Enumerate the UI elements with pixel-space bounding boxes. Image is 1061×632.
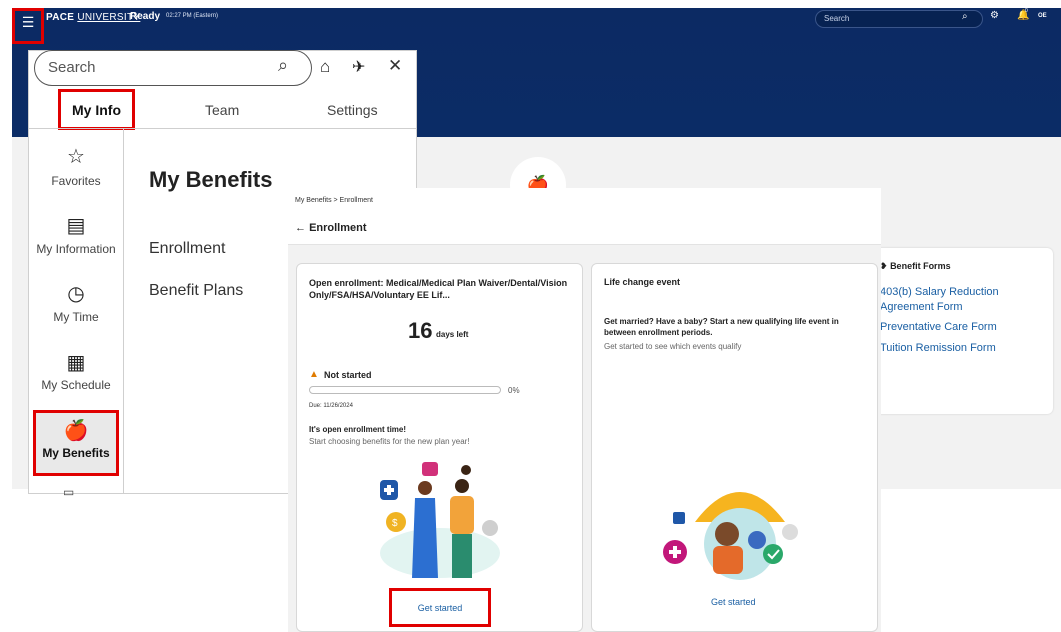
life-change-get-started-button[interactable]: Get started xyxy=(711,597,756,607)
open-enrollment-get-started-button[interactable]: Get started xyxy=(389,588,491,627)
user-avatar[interactable]: OE xyxy=(1038,13,1047,19)
status-badge: Not started xyxy=(324,370,372,380)
benefit-forms-title: ❥ Benefit Forms xyxy=(880,261,951,271)
salary-reduction-form-link[interactable]: 403(b) Salary Reduction Agreement Form xyxy=(880,285,1050,315)
document-icon: ▭ xyxy=(63,485,75,499)
star-icon: ☆ xyxy=(67,146,85,168)
menu-link-benefit-plans[interactable]: Benefit Plans xyxy=(149,282,243,300)
rail-item-my-schedule[interactable]: My Schedule xyxy=(28,378,124,392)
global-search-input[interactable]: Search xyxy=(815,10,983,28)
svg-text:$: $ xyxy=(392,518,398,529)
pin-icon[interactable]: ✈ xyxy=(352,57,365,77)
apple-icon: 🍎 xyxy=(63,420,89,442)
enrollment-header xyxy=(288,188,881,245)
promo-title: It's open enrollment time! xyxy=(309,425,407,434)
logo-bold: PACE xyxy=(46,12,75,23)
promo-subtitle: Start choosing benefits for the new plan… xyxy=(309,437,470,446)
tab-my-info[interactable]: My Info xyxy=(58,89,135,130)
preventative-care-form-link[interactable]: Preventative Care Form xyxy=(880,320,1050,335)
search-icon[interactable]: ⌕ xyxy=(962,11,968,22)
university-logo: PACE UNIVERSITY xyxy=(46,12,140,23)
hamburger-menu-button[interactable]: ☰ xyxy=(12,8,44,44)
menu-section-heading: My Benefits xyxy=(149,167,273,192)
tab-team[interactable]: Team xyxy=(205,102,239,118)
due-date: Due: 11/26/2024 xyxy=(309,403,353,409)
tuition-remission-form-link[interactable]: Tuition Remission Form xyxy=(880,341,1050,356)
back-arrow-icon[interactable]: ← xyxy=(295,222,306,234)
family-illustration: $ xyxy=(380,462,500,578)
menu-link-enrollment[interactable]: Enrollment xyxy=(149,240,225,258)
life-change-subtitle: Get started to see which events qualify xyxy=(604,342,742,351)
rail-item-favorites[interactable]: Favorites xyxy=(28,174,124,188)
notification-badge: 0 xyxy=(1025,8,1028,14)
page-title: ← Enrollment xyxy=(295,222,367,234)
rail-item-my-information[interactable]: My Information xyxy=(28,242,124,256)
life-change-title: Life change event xyxy=(604,277,681,287)
rail-item-my-time[interactable]: My Time xyxy=(28,310,124,324)
progress-percent: 0% xyxy=(508,386,520,395)
close-icon[interactable]: ✕ xyxy=(388,56,402,76)
rail-item-my-benefits-label: My Benefits xyxy=(42,446,110,460)
days-left-number: 16 xyxy=(408,318,433,343)
book-icon: ❥ xyxy=(880,261,888,271)
warning-icon: ▲ xyxy=(309,369,319,380)
life-event-illustration xyxy=(663,492,798,580)
status-text: Ready xyxy=(130,11,161,22)
time-text: 02:27 PM (Eastern) xyxy=(166,13,219,19)
tab-settings[interactable]: Settings xyxy=(327,102,378,118)
app-root: ☰ PACE UNIVERSITY Ready 02:27 PM (Easter… xyxy=(0,0,1061,632)
search-icon[interactable]: ⌕ xyxy=(278,55,288,76)
help-icon[interactable]: ⚙ xyxy=(990,10,999,21)
progress-bar xyxy=(309,386,501,394)
home-icon[interactable]: ⌂ xyxy=(320,57,330,77)
menu-search-placeholder: Search xyxy=(48,59,96,76)
calendar-icon: ▦ xyxy=(66,352,86,374)
life-change-question: Get married? Have a baby? Start a new qu… xyxy=(604,317,839,337)
days-left-label: days left xyxy=(436,330,469,339)
open-enrollment-title: Open enrollment: Medical/Medical Plan Wa… xyxy=(309,278,568,300)
breadcrumb[interactable]: My Benefits > Enrollment xyxy=(295,197,373,204)
hamburger-icon: ☰ xyxy=(21,14,35,30)
clock-icon: ◷ xyxy=(67,283,85,305)
id-card-icon: ▤ xyxy=(66,215,86,237)
